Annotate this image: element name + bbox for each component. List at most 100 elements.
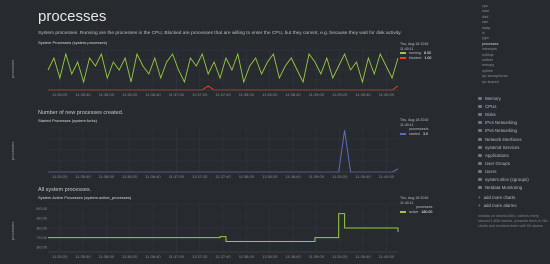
- sidebar-item-label: Netdata Monitoring: [485, 185, 523, 191]
- plus-icon: +: [478, 203, 481, 209]
- y-axis-label: processes: [10, 59, 15, 78]
- add-charts-link[interactable]: + add more charts: [478, 195, 515, 200]
- sidebar-subitem-processes[interactable]: processes: [482, 42, 498, 46]
- x-tick-label: 11:35:40: [75, 174, 91, 179]
- sidebar-subitem-interrupts[interactable]: interrupts: [482, 47, 497, 51]
- x-tick-label: 11:37:20: [192, 174, 208, 179]
- chart-legend: Thu, Aug 18 2016 11:40:11 processes acti…: [400, 196, 432, 214]
- x-tick-label: 11:38:40: [285, 174, 301, 179]
- x-tick-label: 11:36:40: [145, 92, 161, 97]
- sidebar-item-netdata-monitoring[interactable]: Netdata Monitoring: [478, 185, 522, 190]
- action-label: add more charts: [483, 195, 516, 201]
- x-tick-label: 11:35:20: [52, 174, 68, 179]
- add-alarms-link[interactable]: + add more alarms: [478, 203, 517, 208]
- sidebar-footer: netdata on ubuntu1604, collects every se…: [478, 214, 548, 229]
- x-tick-label: 11:39:40: [355, 92, 371, 97]
- legend-name: started: [409, 131, 420, 136]
- legend-value: 3.0: [423, 131, 428, 136]
- x-tick-label: 11:39:00: [309, 254, 325, 259]
- x-tick-label: 11:39:20: [332, 174, 348, 179]
- sidebar-item-system-slice-cgroups-[interactable]: system.slice (cgroups): [478, 177, 529, 182]
- sidebar-item-label: Applications: [485, 152, 509, 158]
- sidebar-item-label: Users: [485, 168, 497, 174]
- y-axis-label: processes: [10, 141, 15, 160]
- sidebar-subitem-cpu[interactable]: cpu: [482, 4, 488, 8]
- x-tick-label: 11:36:20: [122, 254, 138, 259]
- x-tick-label: 11:40:00: [379, 174, 395, 179]
- chart-processes[interactable]: 11:35:20 11:35:40 11:36:00 11:36:20 11:36:40…: [36, 46, 400, 106]
- legend-item-blocked[interactable]: blocked 1.00: [400, 56, 431, 61]
- sidebar-item-cpus[interactable]: CPUs: [478, 104, 496, 109]
- section-heading: Number of new processes created.: [38, 110, 124, 116]
- x-tick-label: 11:37:00: [169, 92, 185, 97]
- sidebar-item-ipv6-networking[interactable]: IPv6 Networking: [478, 128, 517, 133]
- sidebar-item-users[interactable]: Users: [478, 169, 496, 174]
- sidebar-subitem-disk[interactable]: disk: [482, 15, 488, 19]
- main-content: processes System processes. Running are …: [0, 0, 474, 264]
- sidebar-item-user-groups[interactable]: User Groups: [478, 161, 510, 166]
- x-tick-label: 11:38:00: [239, 92, 255, 97]
- x-tick-label: 11:35:40: [75, 254, 91, 259]
- swatch-icon: [400, 133, 406, 136]
- legend-item-started[interactable]: started 3.0: [400, 132, 428, 137]
- sidebar-subitem-softirqs[interactable]: softirqs: [482, 53, 494, 57]
- y-tick-label: 180.00: [36, 225, 48, 230]
- x-tick-label: 11:40:00: [379, 254, 395, 259]
- sidebar-subitem-io[interactable]: io: [482, 31, 485, 35]
- x-tick-label: 11:37:20: [192, 92, 208, 97]
- sidebar-subitem-load[interactable]: load: [482, 9, 489, 13]
- sidebar-subitem-ram[interactable]: ram: [482, 20, 488, 24]
- legend-name: blocked: [409, 55, 422, 60]
- x-tick-label: 11:39:00: [309, 174, 325, 179]
- chart-active-processes[interactable]: 11:35:20 11:35:40 11:36:00 11:36:20 11:36:40…: [36, 200, 400, 262]
- x-tick-label: 11:39:40: [355, 174, 371, 179]
- action-label: add more alarms: [483, 203, 517, 209]
- chart-forks[interactable]: 11:35:20 11:35:40 11:36:00 11:36:20 11:36:40…: [36, 124, 400, 184]
- section-icon: [478, 137, 482, 141]
- sidebar-subitem-swap[interactable]: swap: [482, 26, 490, 30]
- x-tick-label: 11:37:40: [215, 92, 231, 97]
- sidebar-item-ipv4-networking[interactable]: IPv4 Networking: [478, 120, 517, 125]
- sidebar-item-network-interfaces[interactable]: Network Interfaces: [478, 137, 522, 142]
- swatch-icon: [400, 57, 406, 60]
- sidebar-subitem-entropy[interactable]: entropy: [482, 63, 494, 67]
- legend-name: active: [409, 209, 419, 214]
- sidebar-subitem-uptime[interactable]: uptime: [482, 69, 493, 73]
- sidebar-item-memory[interactable]: Memory: [478, 96, 501, 101]
- page-title: processes: [38, 8, 107, 25]
- section-icon: [478, 153, 482, 157]
- sidebar-item-applications[interactable]: Applications: [478, 153, 509, 158]
- x-tick-label: 11:38:20: [262, 254, 278, 259]
- section-icon: [478, 169, 482, 173]
- sidebar-subitem-pgio[interactable]: pgio: [482, 36, 489, 40]
- sidebar-item-label: system.slice (cgroups): [485, 177, 529, 182]
- sidebar-subitem-ipc-shared[interactable]: ipc shared: [482, 80, 499, 84]
- x-tick-label: 11:36:20: [122, 174, 138, 179]
- x-tick-label: 11:35:20: [52, 254, 68, 259]
- sidebar-subitem-softnet[interactable]: softnet: [482, 58, 493, 62]
- legend-item-active[interactable]: active 180.00: [400, 210, 432, 215]
- chart-title: Started Processes (system.forks): [38, 118, 97, 123]
- legend-date: Thu, Aug 18 2016: [400, 118, 429, 122]
- x-tick-label: 11:40:00: [379, 92, 395, 97]
- sidebar-item-label: Network Interfaces: [485, 136, 522, 142]
- legend-value: 1.00: [424, 55, 432, 60]
- sidebar-item-systemd-services[interactable]: systemd Services: [478, 145, 519, 150]
- y-tick-label: 170.00: [36, 235, 48, 240]
- x-tick-label: 11:39:00: [309, 92, 325, 97]
- sidebar-subitem-ipc-semaphores[interactable]: ipc semaphores: [482, 74, 507, 78]
- section-icon: [478, 178, 482, 181]
- sidebar-item-label: Disks: [485, 112, 496, 118]
- x-tick-label: 11:39:20: [332, 92, 348, 97]
- x-tick-label: 11:38:20: [262, 174, 278, 179]
- page-description: System processes. Running are the proces…: [38, 31, 402, 36]
- x-tick-label: 11:36:20: [122, 92, 138, 97]
- sidebar-item-label: User Groups: [485, 160, 510, 166]
- y-tick-label: 200.00: [36, 206, 48, 211]
- section-icon: [478, 161, 482, 165]
- sidebar-item-disks[interactable]: Disks: [478, 112, 496, 117]
- section-icon: [478, 121, 482, 125]
- y-tick-label: 160.00: [36, 245, 48, 250]
- sidebar: cpu load disk ram swap io pgio processes interru…: [474, 0, 550, 264]
- x-tick-label: 11:37:00: [169, 254, 185, 259]
